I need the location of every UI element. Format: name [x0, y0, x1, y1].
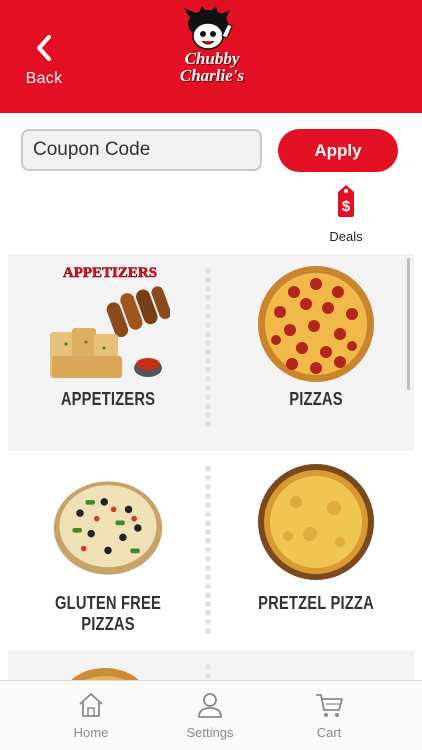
appetizers-image: APPETIZERS [50, 265, 170, 378]
deals-label: Deals [329, 229, 363, 244]
logo-line-1: Chubby [184, 49, 240, 68]
svg-text:$: $ [342, 198, 351, 215]
category-row: GLUTEN FREE PIZZAS PRETZEL PIZZA [8, 460, 414, 650]
category-label: PRETZEL PIZZA [258, 593, 374, 613]
scrollbar[interactable] [407, 258, 410, 390]
chevron-left-icon [37, 35, 51, 61]
veggie-pizza-image [53, 481, 163, 575]
user-icon [198, 693, 222, 718]
pepperoni-pizza-image [258, 266, 374, 382]
category-label: PIZZAS [289, 389, 343, 409]
tab-label: Home [73, 725, 109, 740]
category-gluten-free-pizzas[interactable]: GLUTEN FREE PIZZAS [10, 460, 206, 650]
tab-settings[interactable]: Settings [170, 691, 250, 740]
back-label: Back [25, 70, 63, 87]
category-appetizers[interactable]: APPETIZERS APPETIZERS [10, 254, 206, 451]
tab-label: Settings [186, 725, 234, 740]
cheese-pizza-image [258, 464, 374, 580]
price-tag-dollar-icon: $ [338, 185, 354, 217]
category-pizzas[interactable]: PIZZAS [218, 254, 414, 451]
app-header: Back Chubby Charlie's [0, 0, 422, 113]
home-icon [79, 693, 103, 717]
deals-button[interactable]: $ Deals [322, 184, 370, 246]
category-row: APPETIZERS APPETIZERS PIZZAS [8, 254, 414, 451]
tab-label: Cart [316, 725, 342, 740]
category-grid: APPETIZERS APPETIZERS PIZZAS GLUTEN FREE… [0, 254, 422, 680]
dotted-divider [203, 664, 213, 680]
dotted-divider [203, 268, 213, 430]
tab-home[interactable]: Home [51, 691, 131, 740]
apply-button[interactable]: Apply [278, 129, 398, 172]
bottom-tab-bar: Home Settings Cart [0, 680, 422, 750]
coupon-code-input[interactable] [21, 129, 262, 171]
chubby-charlies-logo: Chubby Charlie's [158, 6, 266, 90]
tab-cart[interactable]: Cart [289, 691, 369, 740]
back-button[interactable]: Back [22, 34, 66, 88]
logo-line-2: Charlie's [179, 66, 245, 85]
category-row [8, 650, 414, 680]
category-label: GLUTEN FREE PIZZAS [55, 593, 161, 634]
cart-icon [316, 694, 343, 717]
appetizers-image-text: APPETIZERS [63, 265, 157, 281]
category-label: APPETIZERS [60, 389, 156, 409]
pizza-image-partial [71, 668, 139, 680]
dotted-divider [203, 466, 213, 637]
category-pretzel-pizza[interactable]: PRETZEL PIZZA [218, 460, 414, 650]
